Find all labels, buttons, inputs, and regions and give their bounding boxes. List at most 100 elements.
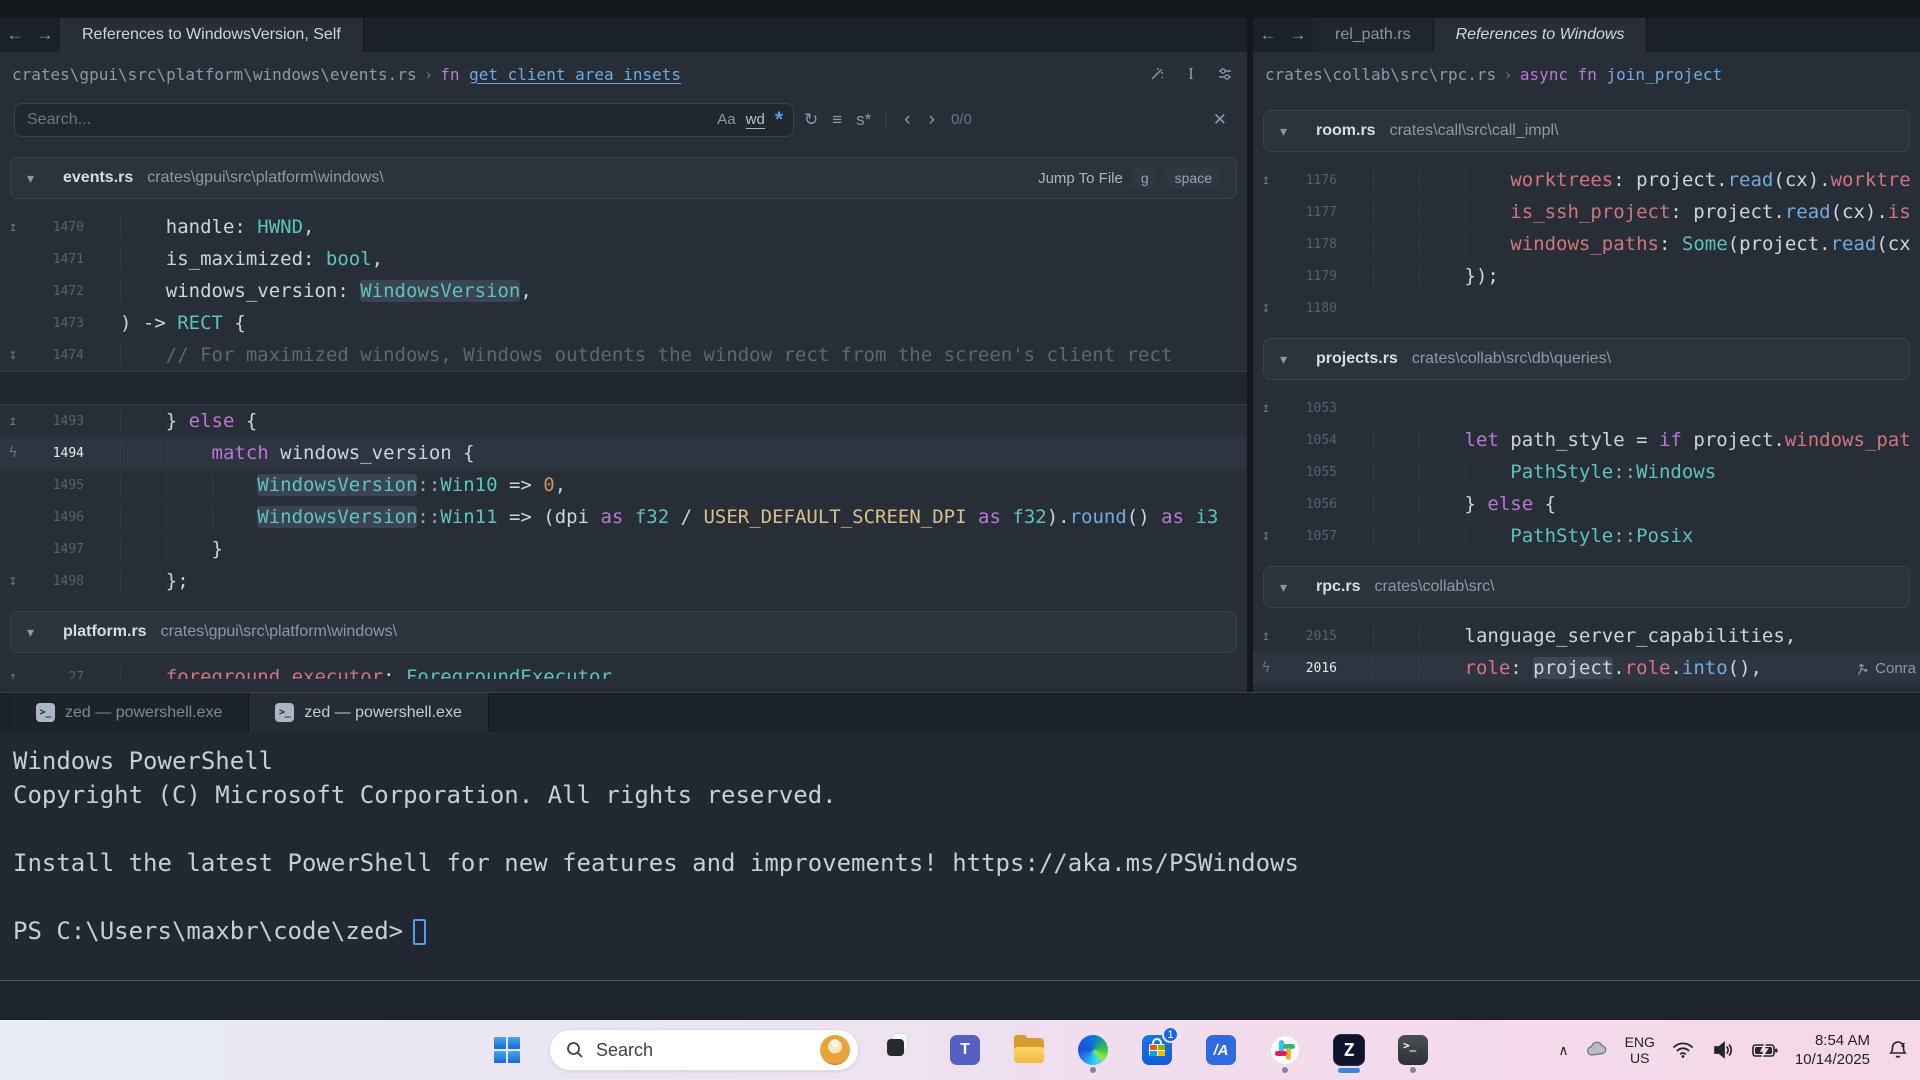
wifi-icon[interactable] [1671, 1038, 1695, 1062]
breadcrumb-symbol[interactable]: get_client_area_insets [469, 65, 681, 84]
line-number: 1471 [26, 252, 84, 267]
code-line[interactable]: ↧1474// For maximized windows, Windows o… [0, 339, 1247, 371]
up-arrow-icon[interactable]: ↥ [0, 413, 26, 429]
tab-references-windowsversion[interactable]: References to WindowsVersion, Self [60, 18, 364, 52]
code-line[interactable]: 1177is_ssh_project: project.read(cx).is [1253, 196, 1920, 228]
code-line[interactable]: ↧1180 [1253, 292, 1920, 324]
code-line[interactable]: 1055PathStyle::Windows [1253, 456, 1920, 488]
chevron-down-icon[interactable]: ▾ [1280, 579, 1306, 596]
chevron-up-icon[interactable]: ∧ [1558, 1042, 1568, 1059]
terminal-tab[interactable]: >_zed — powershell.exe [10, 693, 249, 732]
excerpt-header[interactable]: ▾room.rscrates\call\src\call_impl\ [1263, 110, 1910, 152]
regex-toggle-icon[interactable]: * [775, 115, 783, 125]
next-match-button[interactable]: › [925, 109, 939, 131]
breadcrumb-symbol[interactable]: join_project [1607, 65, 1723, 84]
cloud-icon[interactable] [1585, 1038, 1609, 1062]
language-indicator[interactable]: ENGUS [1625, 1034, 1655, 1066]
terminal-output[interactable]: Windows PowerShellCopyright (C) Microsof… [0, 732, 1920, 980]
chevron-down-icon[interactable]: ▾ [27, 170, 53, 187]
code-line[interactable]: ↧1057PathStyle::Posix [1253, 520, 1920, 552]
excerpt-header[interactable]: ▾events.rscrates\gpui\src\platform\windo… [10, 157, 1237, 199]
up-arrow-icon[interactable]: ↥ [1253, 400, 1279, 416]
code-line[interactable]: 1495WindowsVersion::Win10 => 0, [0, 469, 1247, 501]
up-arrow-icon[interactable]: ↥ [0, 669, 26, 679]
collaborator-label[interactable]: Conra [1856, 660, 1920, 677]
code-line[interactable]: ↥27foreground_executor: ForegroundExecut… [0, 661, 1247, 679]
up-arrow-icon[interactable]: ↥ [1253, 172, 1279, 188]
code-line[interactable]: ↥2015language_server_capabilities, [1253, 620, 1920, 652]
excerpt-header[interactable]: ▾platform.rscrates\gpui\src\platform\win… [10, 611, 1237, 653]
chevron-down-icon[interactable]: ▾ [27, 624, 53, 641]
window-titlebar[interactable] [0, 0, 1920, 18]
inline-assist-icon[interactable] [1147, 64, 1167, 84]
code-line[interactable]: ϟ2016role: project.role.into(),Conra [1253, 652, 1920, 684]
line-number: 1470 [26, 220, 84, 235]
slack-button[interactable] [1263, 1024, 1307, 1076]
up-arrow-icon[interactable]: ↥ [1253, 628, 1279, 644]
code-line[interactable]: ϟ1494match windows_version { [0, 437, 1247, 469]
code-line[interactable]: 1472windows_version: WindowsVersion, [0, 275, 1247, 307]
up-arrow-icon[interactable]: ↥ [0, 219, 26, 235]
editor-tab[interactable]: rel_path.rs [1313, 18, 1434, 52]
search-input[interactable] [27, 111, 707, 129]
forward-button[interactable]: → [30, 18, 60, 52]
filter-lines-icon[interactable]: ≡ [832, 110, 842, 130]
excerpt-header[interactable]: ▾projects.rscrates\collab\src\db\queries… [1263, 338, 1910, 380]
whole-word-toggle[interactable]: wd [746, 111, 765, 129]
code-line[interactable]: 1178windows_paths: Some(project.read(cx [1253, 228, 1920, 260]
code-text: language_server_capabilities, [1337, 625, 1920, 647]
code-line[interactable]: ↥1176worktrees: project.read(cx).worktre [1253, 164, 1920, 196]
bolt-arrow-icon[interactable]: ϟ [0, 445, 26, 461]
chevron-down-icon[interactable]: ▾ [1280, 351, 1306, 368]
teams-button[interactable]: T [943, 1024, 987, 1076]
code-line[interactable]: ↥1053 [1253, 392, 1920, 424]
chevron-down-icon[interactable]: ▾ [1280, 123, 1306, 140]
terminal-button[interactable]: >_ [1391, 1024, 1435, 1076]
clock[interactable]: 8:54 AM10/14/2025 [1795, 1031, 1870, 1069]
bolt-arrow-icon[interactable]: ϟ [1253, 660, 1279, 676]
editor-controls-icon[interactable] [1215, 64, 1235, 84]
zed-button[interactable]: Z [1327, 1024, 1371, 1076]
code-line[interactable]: 1496WindowsVersion::Win11 => (dpi as f32… [0, 501, 1247, 533]
substitute-icon[interactable]: s* [856, 110, 871, 130]
code-line[interactable]: ↥1470handle: HWND, [0, 211, 1247, 243]
forward-button[interactable]: → [1283, 18, 1313, 52]
terminal-tab[interactable]: >_zed — powershell.exe [249, 693, 488, 732]
back-button[interactable]: ← [0, 18, 30, 52]
code-line[interactable]: ↥1493} else { [0, 405, 1247, 437]
code-line[interactable]: ↧1498}; [0, 565, 1247, 597]
prev-match-button[interactable]: ‹ [900, 109, 914, 131]
bell-icon[interactable]: z [1886, 1038, 1910, 1062]
down-arrow-icon[interactable]: ↧ [1253, 300, 1279, 316]
close-search-icon[interactable]: ✕ [1207, 110, 1233, 130]
code-line[interactable]: 1179}); [1253, 260, 1920, 292]
code-line[interactable]: 1497} [0, 533, 1247, 565]
right-breadcrumb[interactable]: crates\collab\src\rpc.rs › async fn join… [1253, 52, 1920, 96]
battery-icon[interactable] [1751, 1038, 1779, 1062]
case-sensitive-toggle[interactable]: Aa [717, 111, 735, 128]
task-view-button[interactable] [879, 1024, 923, 1076]
down-arrow-icon[interactable]: ↧ [1253, 528, 1279, 544]
back-button[interactable]: ← [1253, 18, 1283, 52]
editor-tab[interactable]: References to Windows [1434, 18, 1648, 52]
excerpt-header[interactable]: ▾rpc.rscrates\collab\src\ [1263, 566, 1910, 608]
code-line[interactable]: 1473) -> RECT { [0, 307, 1247, 339]
jump-to-file-button[interactable]: Jump To File [1038, 170, 1123, 187]
volume-icon[interactable] [1711, 1038, 1735, 1062]
text-cursor-icon[interactable]: I [1181, 64, 1201, 84]
code-line[interactable]: 1056} else { [1253, 488, 1920, 520]
taskbar-search[interactable]: Search [549, 1029, 859, 1071]
store-button[interactable]: 1 [1135, 1024, 1179, 1076]
blue-app-button[interactable]: /A [1199, 1024, 1243, 1076]
edge-button[interactable] [1071, 1024, 1115, 1076]
terminal-prompt[interactable]: PS C:\Users\maxbr\code\zed> [13, 914, 1920, 948]
start-button[interactable] [485, 1024, 529, 1076]
right-tabs: rel_path.rsReferences to Windows [1313, 18, 1647, 52]
left-breadcrumb[interactable]: crates\gpui\src\platform\windows\events.… [0, 52, 1247, 96]
code-line[interactable]: 1471is_maximized: bool, [0, 243, 1247, 275]
code-line[interactable]: 1054let path_style = if project.windows_… [1253, 424, 1920, 456]
down-arrow-icon[interactable]: ↧ [0, 573, 26, 589]
replace-icon[interactable]: ↻ [804, 110, 818, 130]
down-arrow-icon[interactable]: ↧ [0, 347, 26, 363]
file-explorer-button[interactable] [1007, 1024, 1051, 1076]
